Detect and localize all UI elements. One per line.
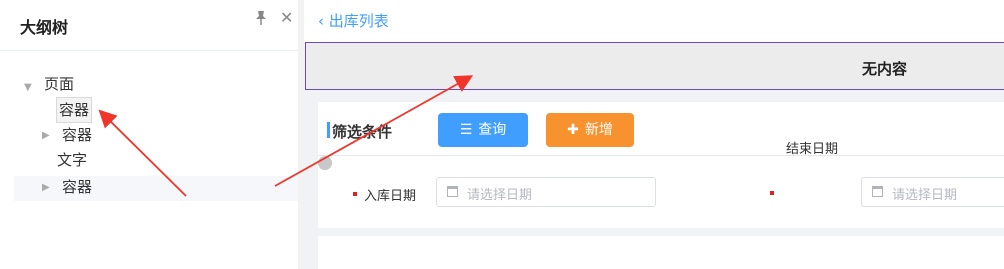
annotation-arrows <box>98 75 474 197</box>
